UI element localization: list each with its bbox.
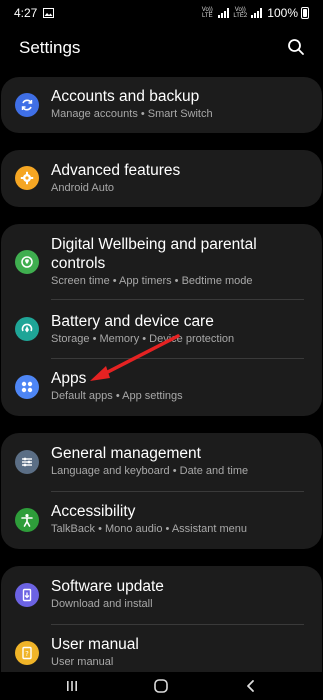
software-update-icon <box>15 583 39 607</box>
item-title-line1: Digital Wellbeing and parental <box>51 236 257 253</box>
item-title: Apps <box>51 370 87 387</box>
item-subtitle: Download and install <box>51 598 153 610</box>
page-title: Settings <box>19 38 81 57</box>
item-title: Advanced features <box>51 162 181 179</box>
user-manual-icon: ? <box>15 641 39 665</box>
sync-icon <box>15 93 39 117</box>
sliders-icon <box>15 450 39 474</box>
back-button[interactable] <box>241 678 261 694</box>
status-bar: 4:27 Vo)) LTE Vo)) LTE2 100% <box>0 0 323 26</box>
device-care-icon <box>15 317 39 341</box>
software-update-item[interactable]: Software update Download and install <box>1 566 322 624</box>
item-subtitle: Default apps • App settings <box>51 390 183 402</box>
item-title: Battery and device care <box>51 313 214 330</box>
signal-icon-2 <box>251 8 263 18</box>
navigation-bar <box>0 672 323 700</box>
network-indicator-1: Vo)) LTE <box>201 7 213 19</box>
settings-header: Settings <box>0 34 323 62</box>
item-title: Accounts and backup <box>51 88 200 105</box>
accounts-and-backup-item[interactable]: Accounts and backup Manage accounts • Sm… <box>1 77 322 133</box>
general-management-item[interactable]: General management Language and keyboard… <box>1 433 322 491</box>
item-subtitle: Screen time • App timers • Bedtime mode <box>51 275 253 287</box>
home-icon <box>154 679 168 693</box>
status-time: 4:27 <box>14 6 38 20</box>
wellbeing-icon <box>15 250 39 274</box>
network-indicator-2: Vo)) LTE2 <box>233 7 248 19</box>
battery-icon <box>301 7 309 19</box>
item-title: Accessibility <box>51 503 136 520</box>
apps-grid-icon <box>15 375 39 399</box>
digital-wellbeing-item[interactable]: Digital Wellbeing and parental controls … <box>1 224 322 299</box>
battery-percent: 100% <box>267 6 298 20</box>
back-icon <box>247 680 254 692</box>
item-subtitle: Android Auto <box>51 182 114 194</box>
item-subtitle: Manage accounts • Smart Switch <box>51 108 213 120</box>
advanced-card: Advanced features Android Auto <box>1 150 322 207</box>
recent-apps-button[interactable] <box>62 678 82 694</box>
battery-and-device-care-item[interactable]: Battery and device care Storage • Memory… <box>1 300 322 358</box>
search-icon[interactable] <box>287 38 305 56</box>
item-title: Software update <box>51 578 164 595</box>
advanced-features-item[interactable]: Advanced features Android Auto <box>1 150 322 207</box>
signal-icon <box>218 8 230 18</box>
item-subtitle: Language and keyboard • Date and time <box>51 465 249 477</box>
home-button[interactable] <box>151 678 171 694</box>
general-card: General management Language and keyboard… <box>1 433 322 549</box>
item-title: General management <box>51 445 201 462</box>
svg-text:?: ? <box>25 650 29 658</box>
recent-apps-icon <box>67 681 77 691</box>
gallery-icon <box>43 8 55 18</box>
item-subtitle: Storage • Memory • Device protection <box>51 333 235 345</box>
apps-item[interactable]: Apps Default apps • App settings <box>1 359 322 416</box>
accounts-card: Accounts and backup Manage accounts • Sm… <box>1 77 322 133</box>
device-card: Digital Wellbeing and parental controls … <box>1 224 322 416</box>
accessibility-item[interactable]: Accessibility TalkBack • Mono audio • As… <box>1 492 322 549</box>
item-subtitle: User manual <box>51 656 114 668</box>
accessibility-icon <box>15 508 39 532</box>
item-subtitle: TalkBack • Mono audio • Assistant menu <box>51 523 248 535</box>
gear-plus-icon <box>15 166 39 190</box>
item-title-line2: controls <box>51 255 106 272</box>
item-title: User manual <box>51 636 139 653</box>
